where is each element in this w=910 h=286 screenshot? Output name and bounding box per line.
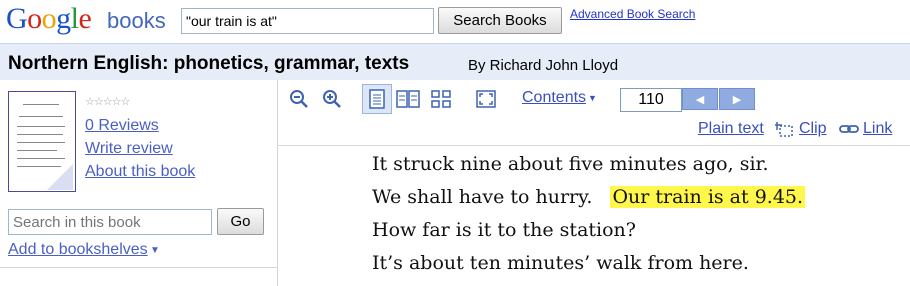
page-number-input[interactable] [620, 88, 682, 112]
page-text-line: It’s about ten minutes’ walk from here. [372, 252, 749, 274]
page-text-line: It struck nine about five minutes ago, s… [372, 153, 769, 175]
search-books-button[interactable]: Search Books [438, 7, 562, 34]
fullscreen-icon[interactable] [472, 85, 500, 113]
link-link[interactable]: Link [863, 120, 892, 138]
write-review-link[interactable]: Write review [85, 140, 173, 158]
clip-icon[interactable] [774, 122, 794, 143]
clip-link[interactable]: Clip [799, 120, 827, 138]
page-text-segment: We shall have to hurry. [372, 186, 593, 208]
next-page-button[interactable]: ▶ [719, 88, 755, 110]
top-search-bar: Google books Search Books Advanced Book … [0, 0, 910, 42]
plain-text-link[interactable]: Plain text [698, 120, 764, 138]
search-highlight: Our train is at 9.45. [610, 186, 806, 208]
one-page-view-icon[interactable] [362, 84, 392, 114]
rating-stars: ☆☆☆☆☆ [85, 96, 130, 108]
search-in-book-input[interactable] [8, 209, 212, 235]
book-author: By Richard John Lloyd [468, 57, 619, 74]
book-title-bar: Northern English: phonetics, grammar, te… [0, 43, 910, 80]
reviews-link[interactable]: 0 Reviews [85, 117, 159, 135]
book-page[interactable]: It struck nine about five minutes ago, s… [278, 146, 910, 286]
advanced-book-search-link[interactable]: Advanced Book Search [570, 7, 695, 21]
google-logo[interactable]: Google [6, 2, 92, 36]
book-viewer: Contents ▼ ◀ ▶ Plain text Clip Link It s… [278, 80, 910, 286]
zoom-in-icon[interactable] [318, 85, 346, 113]
book-title: Northern English: phonetics, grammar, te… [8, 53, 410, 74]
thumbnail-view-icon[interactable] [427, 85, 455, 113]
left-sidebar: ☆☆☆☆☆ 0 Reviews Write review About this … [0, 80, 278, 286]
chevron-down-icon[interactable]: ▼ [150, 245, 160, 256]
two-page-view-icon[interactable] [394, 85, 422, 113]
go-button[interactable]: Go [217, 208, 264, 235]
add-to-bookshelves-link[interactable]: Add to bookshelves [8, 241, 148, 259]
books-logo-text[interactable]: books [107, 8, 166, 34]
about-this-book-link[interactable]: About this book [85, 163, 195, 181]
divider [0, 267, 277, 268]
page-text-line: We shall have to hurry. Our train is at … [372, 186, 806, 208]
book-search-input[interactable] [181, 8, 434, 34]
viewer-toolbar: Contents ▼ ◀ ▶ Plain text Clip Link [278, 80, 910, 146]
page-text-line: How far is it to the station? [372, 219, 636, 241]
contents-dropdown[interactable]: Contents [522, 89, 586, 107]
zoom-out-icon[interactable] [285, 85, 313, 113]
link-icon[interactable] [839, 122, 859, 141]
chevron-down-icon[interactable]: ▼ [588, 93, 597, 103]
book-cover-thumbnail[interactable] [8, 91, 76, 192]
previous-page-button[interactable]: ◀ [682, 88, 718, 110]
